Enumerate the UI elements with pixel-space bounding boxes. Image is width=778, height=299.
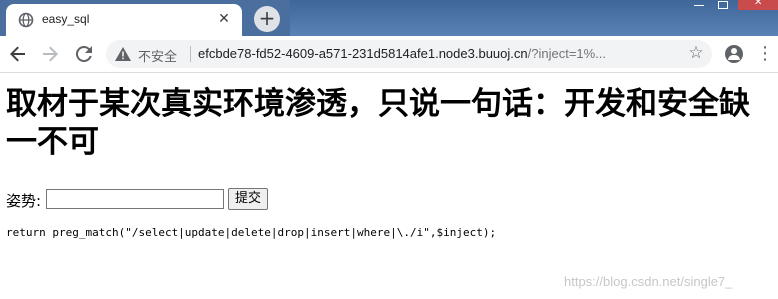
back-arrow-icon <box>10 46 25 62</box>
page-content: 取材于某次真实环境渗透，只说一句话：开发和安全缺一不可 姿势: 提交 retur… <box>0 73 778 299</box>
page-heading: 取材于某次真实环境渗透，只说一句话：开发和安全缺一不可 <box>6 86 750 160</box>
browser-toolbar: 不安全 efcbde78-fd52-4609-a571-231d5814afe1… <box>0 36 778 73</box>
kebab-menu-icon[interactable]: ⋮ <box>756 42 774 66</box>
warning-icon[interactable] <box>114 45 132 63</box>
browser-tab[interactable]: easy_sql ✕ <box>6 4 242 36</box>
new-tab-button[interactable]: + <box>254 6 280 32</box>
tab-strip: easy_sql ✕ + ✕ <box>0 0 778 36</box>
omnibox-divider <box>190 46 191 62</box>
submit-button[interactable]: 提交 <box>228 188 269 210</box>
back-button[interactable] <box>6 42 30 66</box>
close-icon: ✕ <box>754 0 763 8</box>
watermark-text: https://blog.csdn.net/single7_ <box>564 274 733 289</box>
forward-arrow-icon <box>43 46 58 62</box>
maximize-window-button[interactable] <box>712 0 732 10</box>
inject-label: 姿势: <box>6 192 42 210</box>
security-status-label[interactable]: 不安全 <box>138 46 177 65</box>
star-icon[interactable]: ☆ <box>686 43 706 63</box>
profile-icon[interactable] <box>725 45 743 63</box>
inject-input[interactable] <box>46 189 224 209</box>
reload-button[interactable] <box>72 42 96 66</box>
filter-code-text: return preg_match("/select|update|delete… <box>6 226 497 239</box>
globe-icon <box>18 12 34 28</box>
url-host: efcbde78-fd52-4609-a571-231d5814afe1.nod… <box>198 46 528 61</box>
minimize-window-button[interactable] <box>690 0 710 10</box>
address-bar[interactable]: 不安全 efcbde78-fd52-4609-a571-231d5814afe1… <box>106 40 712 68</box>
close-window-button[interactable]: ✕ <box>738 0 778 10</box>
forward-button[interactable] <box>38 42 62 66</box>
close-tab-icon[interactable]: ✕ <box>216 10 232 28</box>
url-path: /?inject=1%... <box>527 46 607 61</box>
reload-icon <box>75 45 92 62</box>
tab-title: easy_sql <box>42 12 90 26</box>
url-text[interactable]: efcbde78-fd52-4609-a571-231d5814afe1.nod… <box>198 46 654 61</box>
